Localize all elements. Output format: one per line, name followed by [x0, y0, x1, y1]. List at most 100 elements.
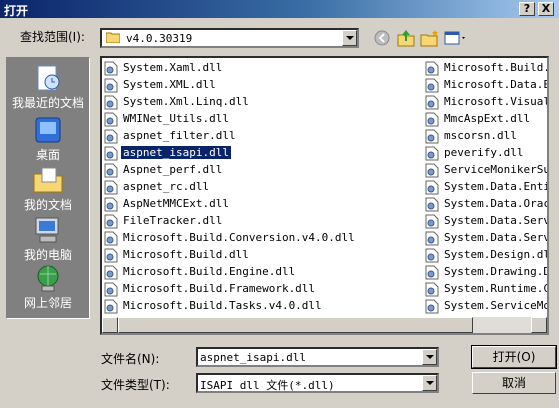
dll-file-icon: [425, 197, 439, 212]
file-name: System.Data.Oracle: [444, 197, 547, 210]
file-name: System.Data.Servic: [444, 231, 547, 244]
dll-file-icon: [104, 78, 118, 93]
close-button[interactable]: X: [538, 2, 554, 16]
file-name: Microsoft.Build.Conversion.v4.0.dll: [123, 231, 355, 244]
file-name: FileTracker.dll: [123, 214, 223, 227]
up-folder-icon[interactable]: [396, 29, 416, 47]
dll-file-icon: [104, 112, 118, 127]
window-title: 打开: [4, 4, 29, 18]
dll-file-icon: [425, 112, 439, 127]
file-name: Microsoft.Build.Tasks.v4.0.dll: [123, 299, 322, 312]
help-button[interactable]: ?: [519, 2, 535, 16]
place-label: 桌面: [35, 148, 60, 162]
dll-file-icon: [425, 95, 439, 110]
dll-file-icon: [425, 180, 439, 195]
file-name: Microsoft.Build.dll: [123, 248, 249, 261]
filetype-label: 文件类型(T):: [101, 378, 170, 392]
dll-file-icon: [104, 163, 118, 178]
lookin-label: 查找范围(I):: [20, 30, 85, 44]
network-places-icon: [37, 265, 59, 292]
file-name: AspNetMMCExt.dll: [123, 197, 229, 210]
chevron-down-icon[interactable]: [422, 375, 437, 391]
file-name: System.Xaml.dll: [123, 61, 223, 74]
place-my-documents[interactable]: 我的文档: [7, 164, 89, 213]
lookin-combo[interactable]: v4.0.30319: [100, 28, 359, 48]
filetype-value: ISAPI dll 文件(*.dll): [200, 379, 335, 392]
dll-file-icon: [104, 180, 118, 195]
dll-file-icon: [104, 231, 118, 246]
file-name: aspnet_rc.dll: [123, 180, 210, 193]
place-label: 网上邻居: [23, 296, 72, 310]
scroll-right-button[interactable]: [531, 317, 547, 333]
file-name: mscorsn.dll: [444, 129, 517, 142]
filetype-select[interactable]: ISAPI dll 文件(*.dll): [196, 373, 439, 393]
file-name: System.Data.Servic: [444, 214, 547, 227]
filename-input[interactable]: aspnet_isapi.dll: [196, 347, 439, 367]
file-name: System.XML.dll: [123, 78, 216, 91]
back-icon[interactable]: [372, 29, 392, 47]
dll-file-icon: [104, 61, 118, 76]
place-desktop[interactable]: 桌面: [7, 114, 89, 163]
place-network[interactable]: 网上邻居: [7, 262, 89, 311]
dll-file-icon: [104, 248, 118, 263]
dll-file-icon: [104, 299, 118, 314]
dll-file-icon: [104, 146, 118, 161]
title-bar: 打开 ? X: [0, 0, 559, 18]
dll-file-icon: [104, 214, 118, 229]
dll-file-icon: [104, 265, 118, 280]
scroll-thumb[interactable]: [118, 317, 473, 333]
file-name: Microsoft.Data.Ent: [444, 78, 547, 91]
file-name: System.Xml.Linq.dll: [123, 95, 249, 108]
filename-label: 文件名(N):: [101, 352, 160, 366]
open-button[interactable]: 打开(O): [471, 345, 557, 369]
chevron-down-icon[interactable]: [342, 30, 357, 46]
my-documents-icon: [33, 167, 63, 193]
file-name: Microsoft.Build.Engine.dll: [123, 265, 296, 278]
file-list[interactable]: System.Xaml.dll System.XML.dll System.Xml.…: [100, 56, 549, 335]
dll-file-icon: [425, 78, 439, 93]
file-name: Microsoft.Build.Ut: [444, 61, 547, 74]
dll-file-icon: [104, 197, 118, 212]
dll-file-icon: [104, 282, 118, 297]
dll-file-icon: [425, 248, 439, 263]
dll-file-icon: [425, 129, 439, 144]
desktop-icon: [35, 117, 61, 143]
file-name: System.ServiceMode: [444, 299, 547, 312]
dll-file-icon: [425, 163, 439, 178]
file-name: System.Runtime.Cac: [444, 282, 547, 295]
dll-file-icon: [425, 61, 439, 76]
dll-file-icon: [425, 282, 439, 297]
scroll-left-button[interactable]: [102, 317, 118, 333]
horizontal-scrollbar[interactable]: [102, 317, 547, 333]
file-name: System.Design.dll: [444, 248, 549, 261]
place-label: 我的电脑: [23, 248, 72, 262]
file-name: Microsoft.VisualC.: [444, 95, 547, 108]
dll-file-icon: [104, 95, 118, 110]
places-bar: 我最近的文档 桌面 我的文档 我的电脑 网上邻居: [6, 57, 90, 319]
file-name: aspnet_filter.dll: [123, 129, 236, 142]
dll-file-icon: [425, 265, 439, 280]
file-name: Microsoft.Build.Framework.dll: [123, 282, 316, 295]
file-name: peverify.dll: [444, 146, 524, 159]
file-name: System.Drawing.Des: [444, 265, 547, 278]
dll-file-icon: [425, 231, 439, 246]
place-label: 我最近的文档: [11, 96, 84, 110]
dll-file-icon: [425, 299, 439, 314]
place-my-computer[interactable]: 我的电脑: [7, 214, 89, 263]
cancel-button[interactable]: 取消: [472, 372, 556, 394]
lookin-value: v4.0.30319: [126, 32, 193, 45]
file-name: System.Data.Entity: [444, 180, 547, 193]
place-recent[interactable]: 我最近的文档: [7, 62, 89, 111]
place-label: 我的文档: [23, 198, 72, 212]
dll-file-icon: [425, 214, 439, 229]
open-file-dialog: 打开 ? X 查找范围(I): v4.0.30319 我最近的文档 桌面 我的文…: [0, 0, 559, 408]
filename-value: aspnet_isapi.dll: [200, 351, 306, 364]
file-name: Aspnet_perf.dll: [123, 163, 223, 176]
dll-file-icon: [104, 129, 118, 144]
my-computer-icon: [35, 217, 59, 243]
file-name: aspnet_isapi.dll: [120, 145, 232, 160]
chevron-down-icon[interactable]: [422, 349, 437, 365]
view-menu-icon[interactable]: [444, 29, 468, 47]
new-folder-icon[interactable]: [420, 29, 440, 47]
dll-file-icon: [425, 146, 439, 161]
